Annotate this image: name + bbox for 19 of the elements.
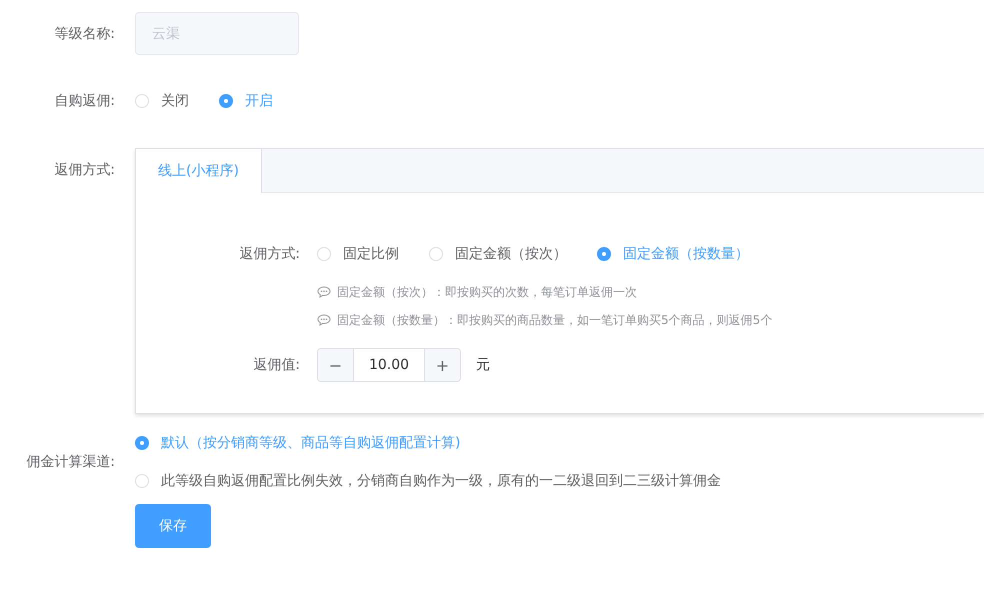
radio-option[interactable]: 固定比例 xyxy=(317,245,399,263)
comment-icon xyxy=(317,314,331,326)
radio-option[interactable]: 固定金额（按次） xyxy=(429,245,567,263)
radio-option[interactable]: 此等级自购返佣配置比例失效，分销商自购作为一级，原有的一二级退回到二三级计算佣金 xyxy=(135,472,721,490)
decrease-button[interactable]: − xyxy=(318,349,354,381)
comment-icon xyxy=(317,286,331,298)
field-label: 返佣方式: xyxy=(238,245,301,263)
field-label: 自购返佣: xyxy=(53,92,116,110)
field-label: 佣金计算渠道: xyxy=(25,453,116,471)
unit-label: 元 xyxy=(476,356,490,374)
amount-value: 10.00 xyxy=(368,356,410,375)
field-label: 等级名称: xyxy=(53,24,116,42)
hint-text: 固定金额（按数量）：即按购买的商品数量，如一笔订单购买5个商品，则返佣5个 xyxy=(337,312,772,328)
increase-button[interactable]: + xyxy=(424,349,460,381)
number-stepper[interactable]: − 10.00 + xyxy=(317,348,461,382)
field-label: 返佣值: xyxy=(252,356,301,374)
field-label: 返佣方式: xyxy=(53,161,116,179)
radio-option[interactable]: 关闭 xyxy=(135,92,189,110)
hint-text: 固定金额（按次）：即按购买的次数，每笔订单返佣一次 xyxy=(337,284,637,300)
